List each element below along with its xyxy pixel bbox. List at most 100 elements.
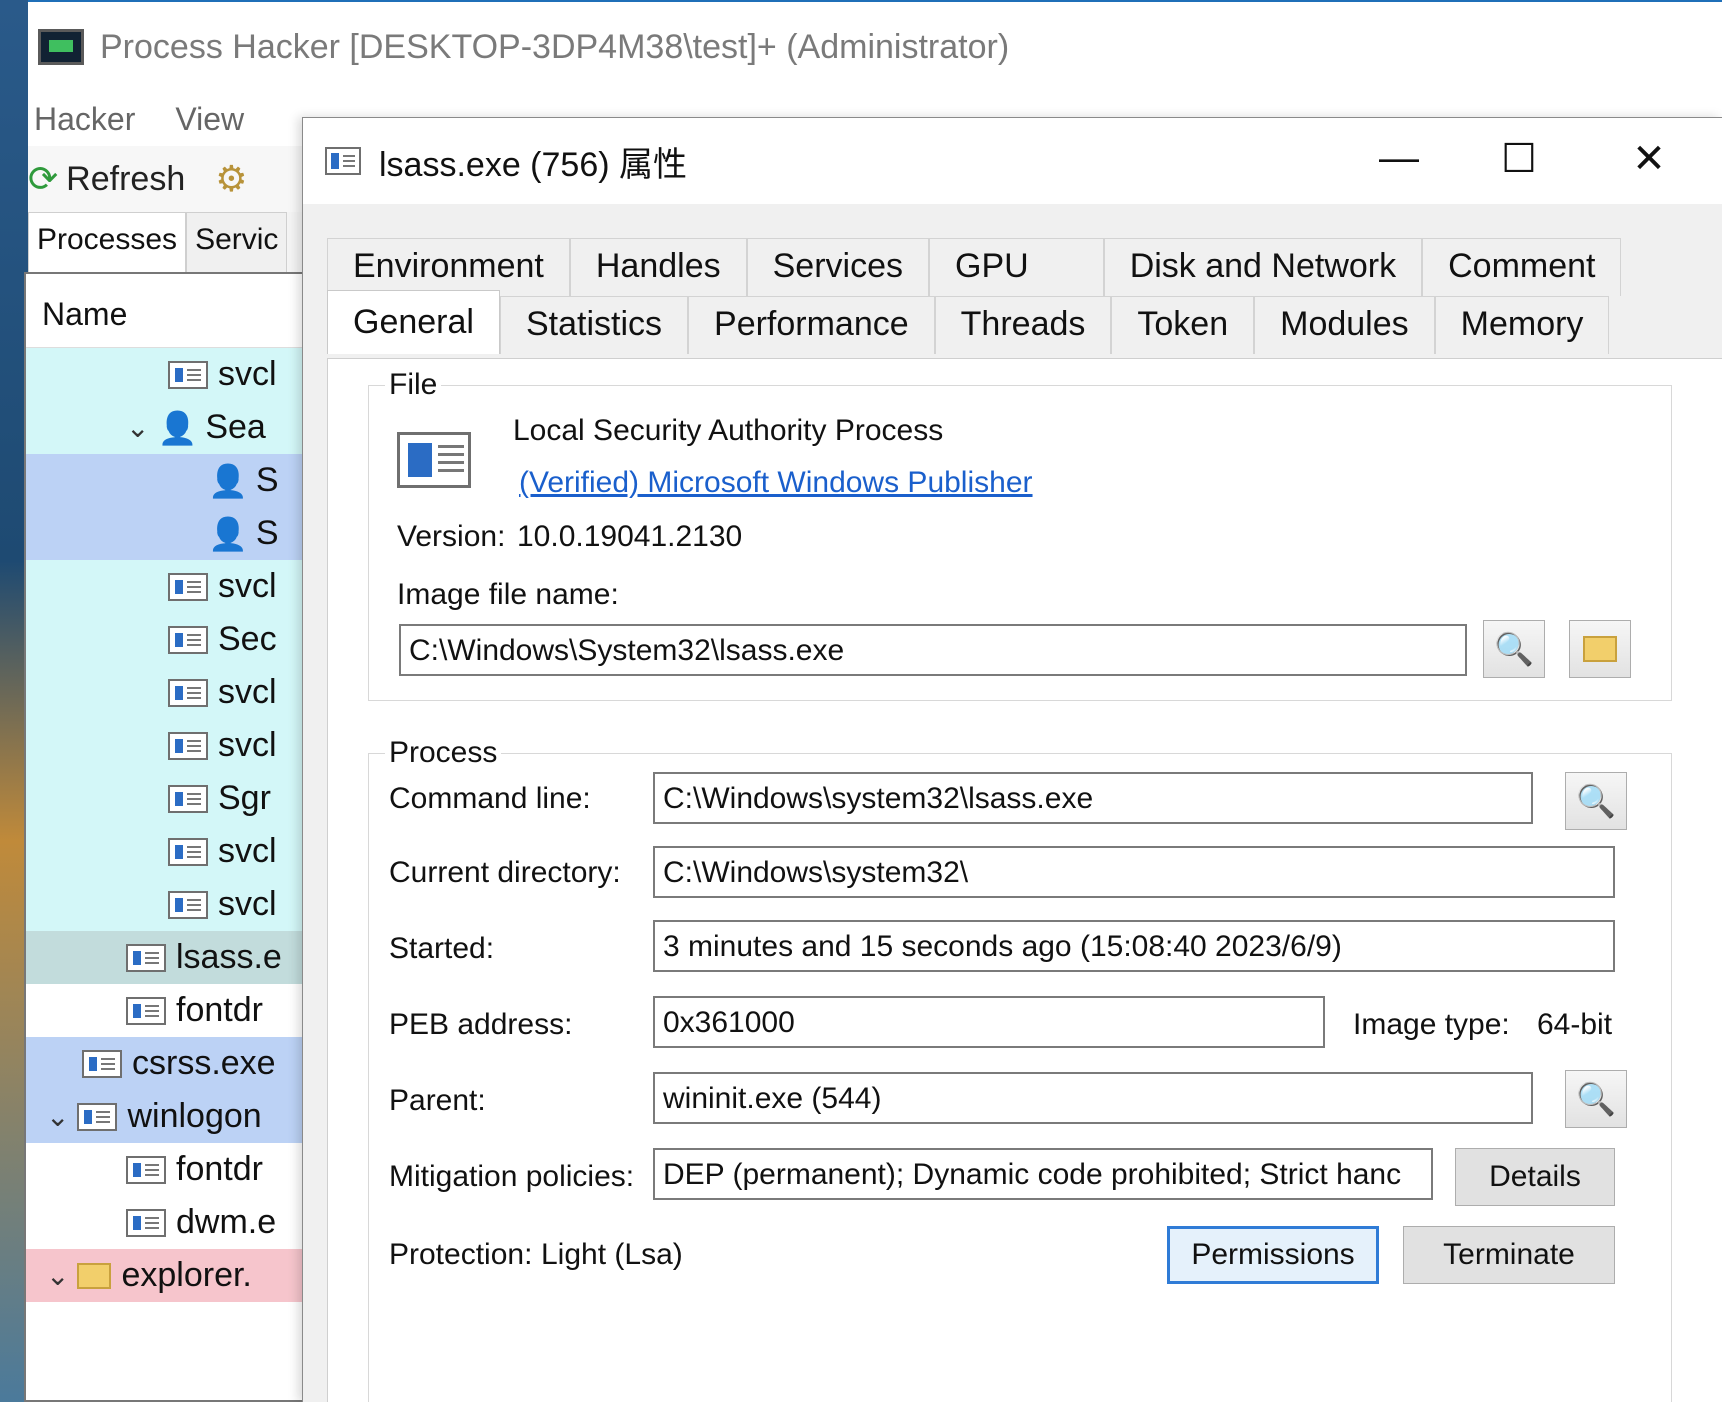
process-row[interactable]: svcl xyxy=(26,560,322,613)
process-row[interactable]: fontdr xyxy=(26,1143,322,1196)
tab-services[interactable]: Services xyxy=(746,238,929,296)
process-row[interactable]: Sec xyxy=(26,613,322,666)
process-row[interactable]: 👤 S xyxy=(26,454,322,507)
started-field[interactable]: 3 minutes and 15 seconds ago (15:08:40 2… xyxy=(653,920,1615,972)
process-row[interactable]: svcl xyxy=(26,825,322,878)
user-icon: 👤 xyxy=(208,462,248,499)
process-name: explorer. xyxy=(121,1256,252,1294)
process-row[interactable]: fontdr xyxy=(26,984,322,1037)
column-header-name[interactable]: Name xyxy=(26,274,322,348)
process-hacker-app-icon xyxy=(38,29,84,65)
process-row[interactable]: lsass.e xyxy=(26,931,322,984)
tab-gpu[interactable]: GPU xyxy=(929,238,1104,296)
expand-chevron-icon[interactable]: ⌄ xyxy=(126,411,149,444)
command-line-label: Command line: xyxy=(389,782,591,815)
peb-address-field[interactable]: 0x361000 xyxy=(653,996,1325,1048)
tab-general[interactable]: General xyxy=(327,290,500,354)
process-row[interactable]: 👤 S xyxy=(26,507,322,560)
parent-field[interactable]: wininit.exe (544) xyxy=(653,1072,1533,1124)
process-row[interactable]: svcl xyxy=(26,878,322,931)
expand-chevron-icon[interactable]: ⌄ xyxy=(46,1100,69,1133)
tab-performance[interactable]: Performance xyxy=(688,296,935,354)
process-row[interactable]: ⌄ 👤 Sea xyxy=(26,401,322,454)
dialog-title-bar: lsass.exe (756) 属性 — ☐ ✕ xyxy=(303,118,1722,204)
minimize-button[interactable]: — xyxy=(1369,136,1429,181)
inspect-command-line-button[interactable]: 🔍 xyxy=(1565,772,1627,830)
process-name: Sea xyxy=(205,408,266,446)
tab-services[interactable]: Servic xyxy=(186,212,288,272)
menu-hacker[interactable]: Hacker xyxy=(34,101,135,138)
process-icon xyxy=(126,943,166,972)
details-button[interactable]: Details xyxy=(1455,1148,1615,1206)
menu-view[interactable]: View xyxy=(175,101,244,138)
process-name: S xyxy=(255,514,279,552)
options-gear-icon[interactable]: ⚙ xyxy=(215,158,247,200)
tab-threads[interactable]: Threads xyxy=(934,296,1112,354)
process-icon xyxy=(82,1049,122,1078)
permissions-button[interactable]: Permissions xyxy=(1167,1226,1379,1284)
open-folder-button[interactable] xyxy=(1569,620,1631,678)
tab-memory[interactable]: Memory xyxy=(1434,296,1610,354)
tab-row-lower: General Statistics Performance Threads T… xyxy=(327,290,1610,354)
peb-address-label: PEB address: xyxy=(389,1008,573,1041)
general-tab-panel: File Local Security Authority Process (V… xyxy=(327,358,1722,1402)
started-label: Started: xyxy=(389,932,495,965)
tab-handles[interactable]: Handles xyxy=(569,238,747,296)
mitigation-policies-label: Mitigation policies: xyxy=(389,1160,635,1193)
process-name: svcl xyxy=(218,567,277,605)
tab-token[interactable]: Token xyxy=(1111,296,1255,354)
process-name: svcl xyxy=(218,355,277,393)
tab-statistics[interactable]: Statistics xyxy=(499,296,689,354)
process-icon xyxy=(168,625,208,654)
current-directory-label: Current directory: xyxy=(389,856,621,889)
inspect-parent-button[interactable]: 🔍 xyxy=(1565,1070,1627,1128)
process-icon xyxy=(126,1155,166,1184)
publisher-link[interactable]: (Verified) Microsoft Windows Publisher xyxy=(519,466,1033,500)
process-icon xyxy=(168,731,208,760)
process-name: Sec xyxy=(218,620,277,658)
process-name: dwm.e xyxy=(176,1203,277,1241)
terminate-button[interactable]: Terminate xyxy=(1403,1226,1615,1284)
process-row[interactable]: svcl xyxy=(26,348,322,401)
mitigation-policies-field[interactable]: DEP (permanent); Dynamic code prohibited… xyxy=(653,1148,1433,1200)
close-button[interactable]: ✕ xyxy=(1619,136,1679,182)
process-icon xyxy=(168,360,208,389)
file-group: File Local Security Authority Process (V… xyxy=(368,368,1672,701)
process-row[interactable]: ⌄ explorer. xyxy=(26,1249,322,1302)
process-large-icon xyxy=(397,432,471,488)
tab-comment[interactable]: Comment xyxy=(1422,238,1622,296)
process-row[interactable]: csrss.exe xyxy=(26,1037,322,1090)
process-row[interactable]: svcl xyxy=(26,666,322,719)
folder-icon xyxy=(1583,636,1617,662)
refresh-icon: ⟳ xyxy=(28,158,59,199)
inspect-file-button[interactable]: 🔍 xyxy=(1483,620,1545,678)
maximize-button[interactable]: ☐ xyxy=(1489,136,1549,182)
refresh-button[interactable]: ⟳ Refresh xyxy=(28,158,185,200)
file-group-label: File xyxy=(385,368,442,402)
protection-value: Light (Lsa) xyxy=(541,1238,683,1271)
process-group: Process Command line: C:\Windows\system3… xyxy=(368,736,1672,1402)
tab-disk-and-network[interactable]: Disk and Network xyxy=(1103,238,1423,296)
process-tree-list: Name svcl ⌄ 👤 Sea 👤 S 👤 Ssvcl Sec svcl svcl Sgr svcl… xyxy=(24,272,324,1402)
process-properties-dialog: lsass.exe (756) 属性 — ☐ ✕ Environment Han… xyxy=(302,117,1722,1402)
command-line-field[interactable]: C:\Windows\system32\lsass.exe xyxy=(653,772,1533,824)
image-file-name-label: Image file name: xyxy=(397,578,619,611)
process-rows: svcl ⌄ 👤 Sea 👤 S 👤 Ssvcl Sec svcl svcl Sgr svcl svcl l… xyxy=(26,348,322,1302)
process-row[interactable]: ⌄ winlogon xyxy=(26,1090,322,1143)
image-type-label: Image type: xyxy=(1353,1008,1510,1041)
process-row[interactable]: dwm.e xyxy=(26,1196,322,1249)
process-group-label: Process xyxy=(385,736,502,770)
version-value: 10.0.19041.2130 xyxy=(517,520,743,553)
magnifier-icon: 🔍 xyxy=(1576,783,1616,819)
tab-modules[interactable]: Modules xyxy=(1254,296,1435,354)
process-row[interactable]: svcl xyxy=(26,719,322,772)
process-name: winlogon xyxy=(127,1097,262,1135)
tab-processes[interactable]: Processes xyxy=(28,212,187,274)
process-row[interactable]: Sgr xyxy=(26,772,322,825)
expand-chevron-icon[interactable]: ⌄ xyxy=(46,1259,69,1292)
current-directory-field[interactable]: C:\Windows\system32\ xyxy=(653,846,1615,898)
image-file-name-field[interactable]: C:\Windows\System32\lsass.exe xyxy=(399,624,1467,676)
process-icon xyxy=(168,678,208,707)
tab-environment[interactable]: Environment xyxy=(327,238,570,296)
process-name: S xyxy=(255,461,279,499)
